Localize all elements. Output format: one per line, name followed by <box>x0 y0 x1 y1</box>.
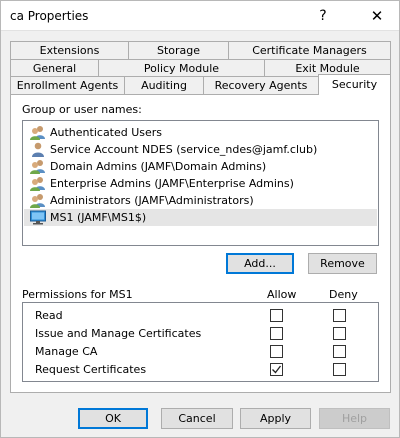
group-icon <box>30 160 45 174</box>
user-name: Enterprise Admins (JAMF\Enterprise Admin… <box>50 177 294 190</box>
group-icon <box>30 177 45 191</box>
tab-enrollment-agents[interactable]: Enrollment Agents <box>10 76 125 94</box>
list-item[interactable]: MS1 (JAMF\MS1$) <box>24 209 377 226</box>
tab-extensions[interactable]: Extensions <box>10 41 129 59</box>
list-item[interactable]: Service Account NDES (service_ndes@jamf.… <box>24 141 377 158</box>
permission-row-issue-manage: Issue and Manage Certificates <box>23 325 378 343</box>
list-item[interactable]: Enterprise Admins (JAMF\Enterprise Admin… <box>24 175 377 192</box>
remove-button[interactable]: Remove <box>308 253 377 274</box>
permission-row-request-certs: Request Certificates <box>23 361 378 379</box>
list-item[interactable]: Domain Admins (JAMF\Domain Admins) <box>24 158 377 175</box>
permission-row-read: Read <box>23 307 378 325</box>
permission-name: Manage CA <box>35 345 98 358</box>
tab-auditing[interactable]: Auditing <box>124 76 204 94</box>
allow-request-certs-checkbox[interactable] <box>270 363 283 376</box>
close-icon[interactable]: ✕ <box>355 1 399 31</box>
permission-name: Issue and Manage Certificates <box>35 327 202 340</box>
user-name: Service Account NDES (service_ndes@jamf.… <box>50 143 318 156</box>
deny-header: Deny <box>329 288 358 301</box>
properties-dialog: ca Properties ? ✕ Extensions Storage Cer… <box>0 0 400 438</box>
group-icon <box>30 194 45 208</box>
tab-general[interactable]: General <box>10 59 99 77</box>
computer-icon <box>30 210 46 225</box>
permissions-list: Read Issue and Manage Certificates Manag… <box>22 302 379 382</box>
user-name: MS1 (JAMF\MS1$) <box>50 211 147 224</box>
allow-manage-ca-checkbox[interactable] <box>270 345 283 358</box>
user-icon <box>32 142 44 157</box>
deny-request-certs-checkbox[interactable] <box>333 363 346 376</box>
user-name: Administrators (JAMF\Administrators) <box>50 194 254 207</box>
user-name: Domain Admins (JAMF\Domain Admins) <box>50 160 267 173</box>
dialog-buttons: OK Cancel Apply Help <box>1 401 399 437</box>
help-icon[interactable]: ? <box>301 1 345 31</box>
cancel-button[interactable]: Cancel <box>161 408 233 429</box>
permission-name: Request Certificates <box>35 363 147 376</box>
window-title: ca Properties <box>10 9 89 23</box>
permissions-label: Permissions for MS1 <box>22 288 133 301</box>
checkmark-icon <box>272 365 282 374</box>
ok-button[interactable]: OK <box>78 408 148 429</box>
permission-row-manage-ca: Manage CA <box>23 343 378 361</box>
help-button[interactable]: Help <box>319 408 390 429</box>
allow-read-checkbox[interactable] <box>270 309 283 322</box>
tab-policy-module[interactable]: Policy Module <box>98 59 265 77</box>
list-item[interactable]: Administrators (JAMF\Administrators) <box>24 192 377 209</box>
tab-storage[interactable]: Storage <box>128 41 229 59</box>
tab-security[interactable]: Security <box>318 74 391 95</box>
tab-row-1: Extensions Storage Certificate Managers <box>10 41 391 59</box>
permission-name: Read <box>35 309 63 322</box>
group-names-label: Group or user names: <box>22 103 142 116</box>
user-name: Authenticated Users <box>50 126 163 139</box>
deny-read-checkbox[interactable] <box>333 309 346 322</box>
group-icon <box>30 126 45 140</box>
title-bar: ca Properties ? ✕ <box>1 1 399 31</box>
security-panel: Group or user names: Authenticated Users… <box>10 94 391 393</box>
tab-row-3: Enrollment Agents Auditing Recovery Agen… <box>10 74 391 95</box>
allow-header: Allow <box>267 288 297 301</box>
user-list[interactable]: Authenticated Users Service Account NDES… <box>22 120 379 246</box>
tab-recovery-agents[interactable]: Recovery Agents <box>203 76 319 94</box>
deny-issue-manage-checkbox[interactable] <box>333 327 346 340</box>
tab-certificate-managers[interactable]: Certificate Managers <box>228 41 391 59</box>
allow-issue-manage-checkbox[interactable] <box>270 327 283 340</box>
add-button[interactable]: Add... <box>226 253 294 274</box>
list-item[interactable]: Authenticated Users <box>24 124 377 141</box>
deny-manage-ca-checkbox[interactable] <box>333 345 346 358</box>
apply-button[interactable]: Apply <box>240 408 311 429</box>
